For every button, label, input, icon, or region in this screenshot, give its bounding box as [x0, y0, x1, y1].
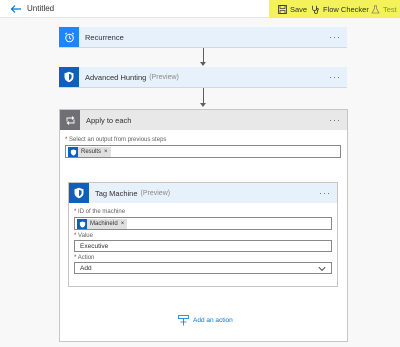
save-icon: [278, 4, 287, 14]
value-field[interactable]: Executive: [74, 240, 332, 252]
results-token[interactable]: Results ×: [68, 147, 111, 157]
action-label-text: Action: [77, 255, 95, 261]
stethoscope-icon: [312, 5, 319, 14]
preview-tag: (Preview): [149, 73, 179, 81]
add-action-label: Add an action: [193, 316, 233, 324]
defender-token-icon-tile: [77, 219, 87, 229]
step-recurrence-header[interactable]: Recurrence: [59, 27, 347, 47]
connector-arrow-icon: [200, 62, 206, 66]
command-bar: Save Flow Checker Test: [269, 0, 400, 18]
step-advanced-hunting-header[interactable]: Advanced Hunting (Preview): [59, 67, 347, 87]
flow-checker-button[interactable]: Flow Checker: [311, 4, 369, 14]
connector-arrow-icon: [200, 103, 206, 107]
step-tag-machine-more-button[interactable]: ···: [319, 189, 331, 198]
defender-icon-tile: [59, 67, 79, 87]
results-token-label: Results: [81, 149, 102, 155]
step-advanced-hunting-more-button[interactable]: ···: [329, 73, 341, 82]
action-dropdown[interactable]: Add: [74, 262, 332, 274]
machineid-token[interactable]: MachineId ×: [77, 219, 128, 229]
value-label: * Value: [74, 233, 93, 239]
shield-icon: [79, 220, 85, 228]
step-apply-to-each-more-button[interactable]: ···: [329, 116, 341, 125]
select-output-label-text: Select an output from previous steps: [69, 137, 167, 143]
step-apply-to-each-label: Apply to each: [86, 115, 132, 125]
action-label: * Action: [74, 255, 94, 261]
top-bar: Untitled Save Flow Checker Test: [0, 0, 400, 18]
value-field-text: Executive: [80, 242, 109, 250]
machineid-token-label: MachineId: [90, 221, 118, 227]
shield-icon: [70, 148, 76, 156]
select-output-field[interactable]: Results ×: [65, 145, 341, 158]
connector-line: [203, 48, 204, 62]
defender-icon-tile: [69, 183, 89, 203]
step-tag-machine-label: Tag Machine: [95, 188, 138, 198]
remove-token-icon[interactable]: ×: [121, 221, 125, 227]
chevron-down-icon[interactable]: [318, 266, 326, 272]
remove-token-icon[interactable]: ×: [104, 149, 108, 155]
save-button[interactable]: Save: [278, 4, 307, 14]
step-advanced-hunting-label: Advanced Hunting: [85, 72, 147, 82]
value-label-text: Value: [78, 233, 93, 239]
test-button[interactable]: Test: [371, 4, 397, 14]
loop-icon-tile: [60, 110, 80, 130]
step-apply-to-each[interactable]: Apply to each ··· * Select an output fro…: [59, 109, 348, 342]
required-mark: *: [74, 209, 77, 215]
flask-icon: [371, 4, 380, 13]
required-mark: *: [65, 137, 68, 143]
step-tag-machine-header[interactable]: Tag Machine (Preview): [69, 183, 337, 203]
add-action-button[interactable]: Add an action: [178, 314, 233, 326]
step-recurrence[interactable]: Recurrence ···: [59, 27, 347, 48]
loop-icon: [66, 115, 74, 125]
select-output-label: * Select an output from previous steps: [65, 137, 166, 143]
step-tag-machine[interactable]: Tag Machine (Preview) ··· * ID of the ma…: [68, 182, 338, 287]
preview-tag: (Preview): [140, 189, 171, 197]
step-advanced-hunting[interactable]: Advanced Hunting (Preview) ···: [59, 67, 347, 88]
save-label: Save: [290, 4, 308, 14]
machine-id-label: * ID of the machine: [74, 209, 125, 215]
required-mark: *: [74, 255, 77, 261]
required-mark: *: [74, 233, 77, 239]
test-label: Test: [383, 4, 397, 14]
machine-id-label-text: ID of the machine: [78, 209, 126, 215]
alarm-clock-icon: [64, 32, 74, 42]
recurrence-icon-tile: [59, 27, 79, 47]
add-action-icon: [178, 314, 189, 325]
shield-icon: [74, 187, 84, 199]
step-apply-to-each-header[interactable]: Apply to each: [60, 110, 347, 130]
machine-id-field[interactable]: MachineId ×: [74, 217, 332, 230]
back-arrow-icon[interactable]: [10, 3, 22, 15]
flow-title[interactable]: Untitled: [27, 4, 54, 13]
flow-checker-label: Flow Checker: [323, 4, 369, 14]
step-recurrence-label: Recurrence: [85, 32, 124, 42]
connector-line: [203, 88, 204, 103]
action-dropdown-value: Add: [80, 264, 92, 272]
defender-token-icon-tile: [68, 147, 78, 157]
shield-icon: [64, 71, 74, 83]
step-recurrence-more-button[interactable]: ···: [329, 33, 341, 42]
